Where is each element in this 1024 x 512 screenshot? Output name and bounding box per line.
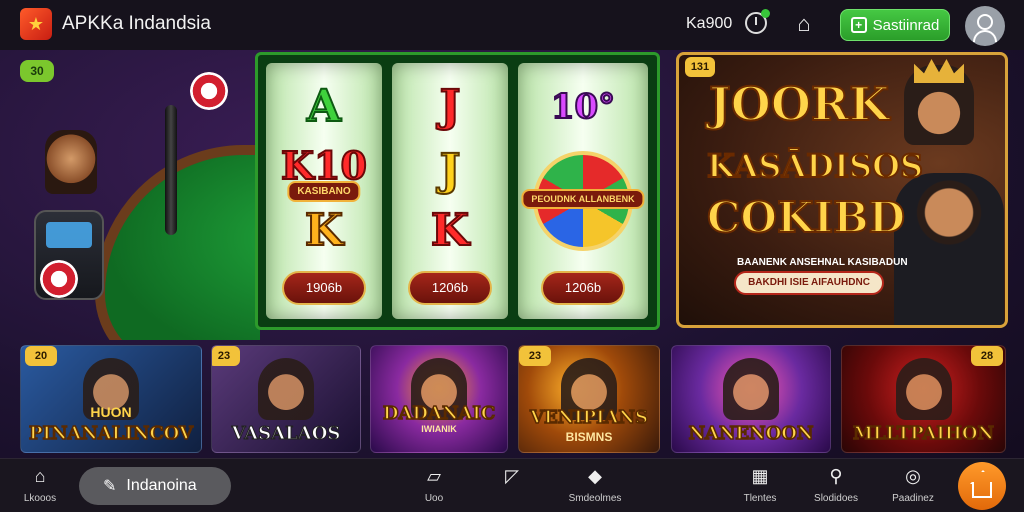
app-title: APKKa Indandsia [62,13,211,34]
avatar-head [977,14,993,30]
gift-icon[interactable]: ⌂ [790,10,818,38]
box-icon: ▱ [427,466,441,486]
nav-item-calendar[interactable]: ▦ Tlentes [730,465,790,504]
nav-label: Slodidoes [814,493,858,504]
game-title: VENIPIANS [529,407,648,428]
nav-label: Uoo [424,493,444,504]
game-card[interactable]: 28 MLLTPAIHON [841,345,1006,453]
game-card[interactable]: IWIANIK DADANAIC [370,345,508,453]
game-badge: 28 [971,346,1003,366]
game-character [723,358,779,420]
reel-banner: PEOUDNK ALLANBENK [521,189,645,209]
signin-label: Sastiinrad [872,16,940,34]
bottom-nav: ⌂ Lkooos ✎ Indanoina ▱ Uoo ◸ ◆ Smdeolmes… [0,458,1024,512]
language-selector[interactable]: ✎ Indanoina [79,467,231,505]
reel-banner: KASIBANO [287,181,361,202]
game-card[interactable]: 23 VASALAOS [211,345,361,453]
nav-item-home[interactable]: ⌂ Lkooos [10,465,70,504]
promo-subtitle: BAANENK ANSEHNAL KASIBADUN [737,257,908,268]
casino-table-scene [0,50,260,340]
plus-icon: + [850,17,867,33]
reel-symbol: A [306,80,342,133]
avatar-body [973,30,997,42]
home-icon [972,482,992,498]
location-icon: ⚲ [829,466,843,486]
promo-title-line2: KASĀDISOS [706,146,924,186]
king-character [904,65,974,145]
game-title: MLLTPAIHON [852,423,994,444]
game-card[interactable]: NANENOON [671,345,831,453]
home-fab-button[interactable] [958,462,1006,510]
level-badge: 30 [20,60,54,82]
reel-bet-button[interactable]: 1206b [408,271,492,305]
poker-table-felt [95,145,260,340]
reel-symbol: 10° [550,86,616,128]
game-character [258,358,314,420]
nav-item-tag[interactable]: ◆ Smdeolmes [565,465,625,504]
reel-symbol: J [439,144,462,197]
nav-label: Lkooos [23,493,57,504]
promo-cta-button[interactable]: BAKDHI ISIE AIFAUHDNC [734,271,884,295]
game-title: PINANALINCOV [28,423,193,444]
nav-item-location[interactable]: ⚲ Slodidoes [806,465,866,504]
promo-banner[interactable]: 131 JOORK KASĀDISOS COKIBD BAANENK ANSEH… [676,52,1008,328]
reel-symbol: J [439,80,462,133]
language-label: Indanoina [126,477,197,494]
reel-1[interactable]: A K10 KASIBANO K 1906b [266,63,382,319]
promo-badge: 131 [685,57,715,77]
clock-icon[interactable] [745,9,770,34]
tag-icon: ◆ [588,466,602,486]
language-icon: ✎ [103,478,117,495]
app-logo-icon[interactable]: ★ [20,8,52,40]
reel-2[interactable]: J J K 1206b [392,63,508,319]
home-icon: ⌂ [34,466,46,486]
reel-symbol: K [430,204,470,257]
game-subtitle: BISMNS [565,430,613,444]
reel-bet-button[interactable]: 1206b [541,271,625,305]
game-card[interactable]: 23 VENIPIANS BISMNS [518,345,660,453]
headset-icon: ◎ [905,466,921,486]
promo-title-line3: COKIBD [706,192,906,243]
reel-symbol: K [304,204,344,257]
calendar-icon: ▦ [751,466,769,486]
reel-bet-button[interactable]: 1906b [282,271,366,305]
nav-label: Tlentes [743,493,777,504]
game-card[interactable]: 20 HUON PINANALINCOV [20,345,202,453]
game-title: NANENOON [688,423,814,444]
balance-display: Ka900 [686,15,733,32]
player-portrait [45,130,97,194]
signin-button[interactable]: + Sastiinrad [840,9,950,41]
game-list: 20 HUON PINANALINCOV 23 VASALAOS IWIANIK… [20,345,1006,453]
casino-app: ★ APKKa Indandsia Ka900 ⌂ + Sastiinrad 3… [0,0,1024,512]
game-character [895,358,952,420]
game-subtitle: HUON [90,404,132,420]
nav-label: Smdeolmes [568,493,622,504]
send-icon: ◸ [505,466,519,486]
reel-3[interactable]: 10° PEOUDNK ALLANBENK 1206b [518,63,648,319]
promo-title-line1: JOORK [708,76,890,132]
host-character [894,173,1004,325]
nav-label: Paadinez [892,493,934,504]
slot-reels[interactable]: A K10 KASIBANO K 1906b J J K 1206b 10° P… [255,52,660,330]
game-badge: 23 [519,346,551,366]
slot-lever [165,105,177,235]
casino-chip-icon [190,72,228,110]
game-badge: 20 [25,346,57,366]
user-avatar-icon[interactable] [965,6,1005,46]
casino-chip-icon [40,260,78,298]
game-title: DADANAIC [382,403,496,424]
game-subtitle: IWIANIK [421,424,457,434]
notification-dot [761,9,770,18]
nav-item-send[interactable]: ◸ [482,465,542,493]
nav-item-headset[interactable]: ◎ Paadinez [883,465,943,504]
game-title: VASALAOS [231,423,341,444]
nav-item-box[interactable]: ▱ Uoo [404,465,464,504]
top-bar: ★ APKKa Indandsia Ka900 ⌂ + Sastiinrad [0,0,1024,50]
game-badge: 23 [212,346,240,366]
